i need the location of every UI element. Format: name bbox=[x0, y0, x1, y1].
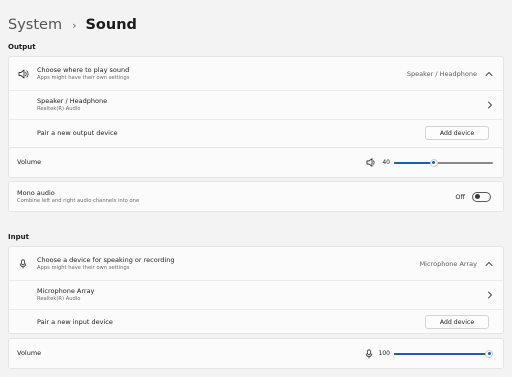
mono-audio-card: Mono audio Combine left and right audio … bbox=[8, 181, 504, 212]
output-volume-label: Volume bbox=[17, 158, 42, 166]
breadcrumb: System › Sound bbox=[8, 14, 137, 36]
add-output-device-button[interactable]: Add device bbox=[425, 126, 489, 140]
chevron-right-icon: › bbox=[72, 18, 77, 32]
chevron-up-icon[interactable] bbox=[485, 261, 493, 267]
input-device-driver: Realtek(R) Audio bbox=[37, 296, 81, 302]
input-volume-slider[interactable] bbox=[394, 349, 493, 359]
slider-thumb[interactable] bbox=[429, 158, 438, 167]
microphone-icon bbox=[14, 258, 32, 269]
mono-audio-subtitle: Combine left and right audio channels in… bbox=[17, 197, 140, 204]
input-volume-label: Volume bbox=[17, 349, 42, 357]
speaker-icon bbox=[14, 69, 32, 79]
choose-output-row[interactable]: Choose where to play sound Apps might ha… bbox=[9, 57, 503, 90]
choose-input-row[interactable]: Choose a device for speaking or recordin… bbox=[9, 247, 503, 280]
output-device-driver: Realtek(R) Audio bbox=[37, 106, 81, 112]
output-volume-card: Volume 40 bbox=[8, 147, 504, 178]
input-volume-row: Volume 100 bbox=[9, 339, 503, 368]
input-section-title: Input bbox=[8, 233, 29, 241]
pair-input-row: Pair a new input device Add device bbox=[9, 309, 503, 334]
speaker-mute-icon[interactable] bbox=[366, 158, 376, 167]
input-volume-card: Volume 100 bbox=[8, 338, 504, 369]
toggle-knob bbox=[475, 194, 480, 199]
slider-fill bbox=[394, 161, 434, 164]
output-section-title: Output bbox=[8, 43, 36, 51]
microphone-mute-icon[interactable] bbox=[365, 348, 373, 359]
output-device-item[interactable]: Speaker / Headphone Realtek(R) Audio bbox=[9, 90, 503, 119]
slider-fill bbox=[394, 352, 489, 355]
input-volume-value: 100 bbox=[378, 350, 390, 357]
pair-output-row: Pair a new output device Add device bbox=[9, 119, 503, 146]
mono-audio-title: Mono audio bbox=[17, 188, 55, 197]
input-device-item[interactable]: Microphone Array Realtek(R) Audio bbox=[9, 280, 503, 309]
output-volume-value: 40 bbox=[382, 159, 390, 166]
choose-output-subtitle: Apps might have their own settings bbox=[37, 74, 130, 81]
selected-input-device: Microphone Array bbox=[419, 259, 477, 268]
mono-audio-row: Mono audio Combine left and right audio … bbox=[9, 182, 503, 211]
choose-output-title: Choose where to play sound bbox=[37, 65, 130, 74]
input-device-card: Choose a device for speaking or recordin… bbox=[8, 246, 504, 334]
page-title: Sound bbox=[85, 17, 137, 33]
mono-audio-state: Off bbox=[455, 192, 465, 201]
output-device-name: Speaker / Headphone bbox=[37, 97, 108, 105]
choose-input-title: Choose a device for speaking or recordin… bbox=[37, 255, 175, 264]
pair-output-label: Pair a new output device bbox=[37, 128, 118, 137]
output-volume-slider[interactable] bbox=[394, 158, 493, 168]
chevron-right-icon bbox=[487, 101, 493, 109]
selected-output-device: Speaker / Headphone bbox=[406, 69, 477, 78]
chevron-right-icon bbox=[487, 291, 493, 299]
output-volume-row: Volume 40 bbox=[9, 148, 503, 177]
mono-audio-toggle[interactable] bbox=[472, 191, 491, 202]
chevron-up-icon[interactable] bbox=[485, 71, 493, 77]
slider-thumb[interactable] bbox=[485, 349, 493, 358]
add-input-device-button[interactable]: Add device bbox=[425, 315, 489, 329]
breadcrumb-system-link[interactable]: System bbox=[8, 17, 62, 33]
pair-input-label: Pair a new input device bbox=[37, 317, 113, 326]
input-device-name: Microphone Array bbox=[37, 287, 95, 295]
choose-input-subtitle: Apps might have their own settings bbox=[37, 264, 130, 271]
